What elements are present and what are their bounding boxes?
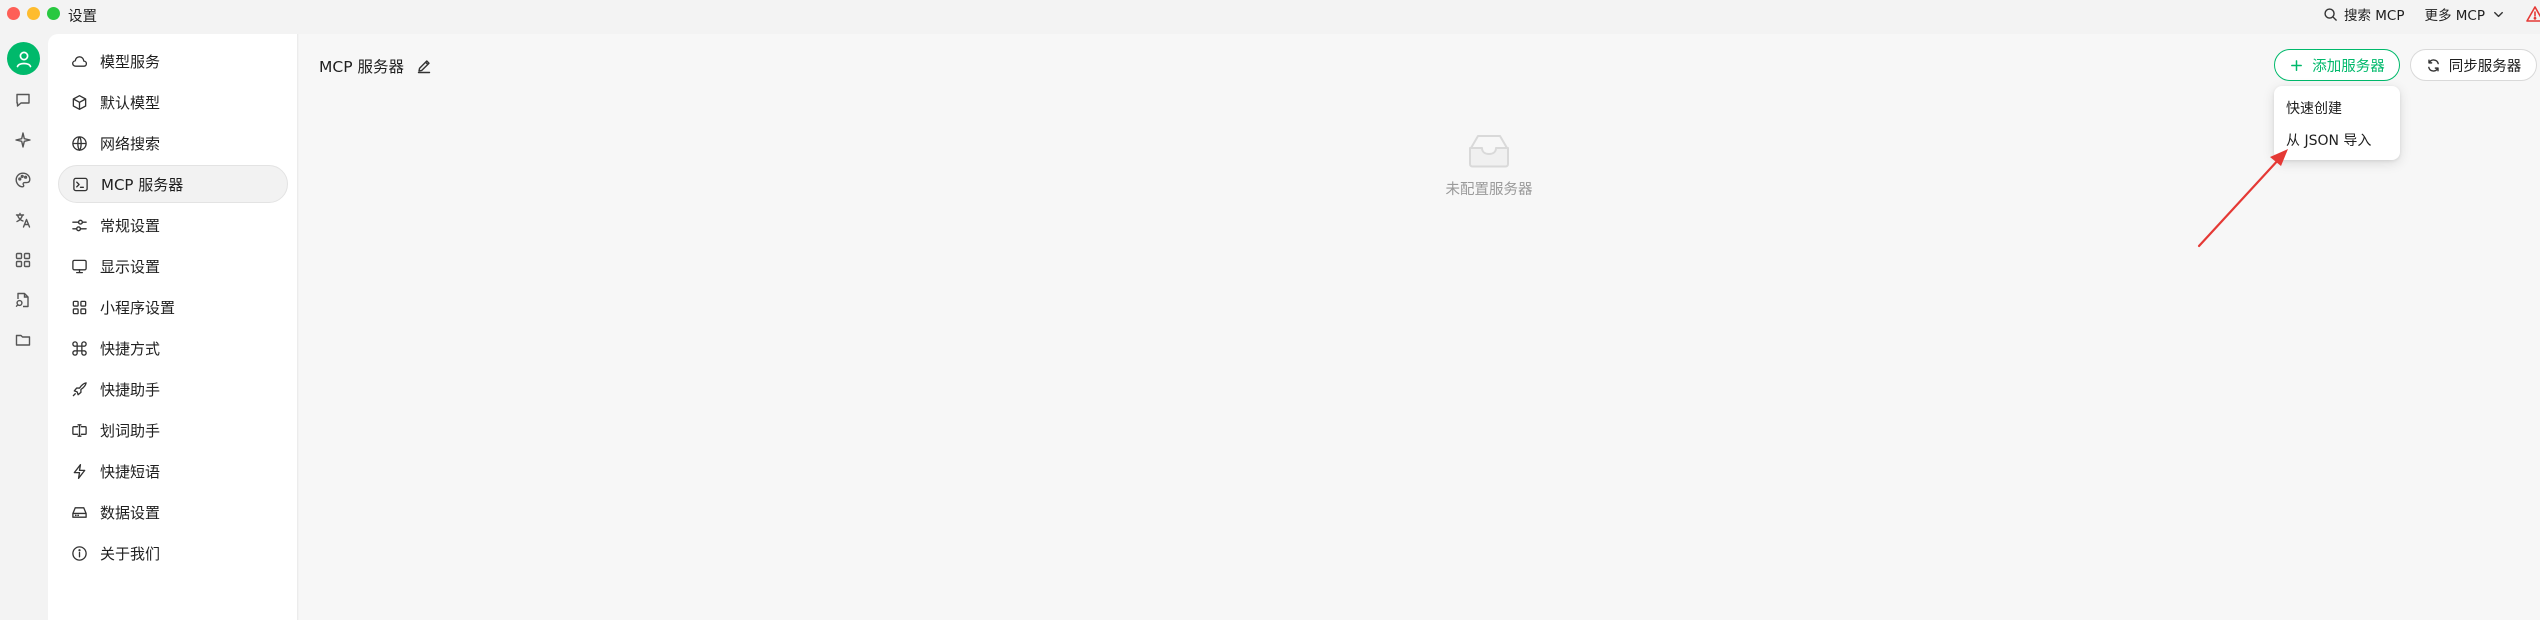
sidebar-item-label: 网络搜索	[100, 134, 161, 153]
cloud-icon	[71, 53, 88, 70]
terminal-icon	[72, 176, 89, 193]
sliders-icon	[71, 217, 88, 234]
info-icon	[71, 545, 88, 562]
settings-sidebar: 模型服务 默认模型 网络搜索 MCP 服务器 常规设置 显示设置 小程序设置 快…	[48, 34, 298, 620]
sync-servers-label: 同步服务器	[2448, 58, 2522, 75]
window-controls	[7, 7, 60, 20]
add-server-label: 添加服务器	[2312, 58, 2385, 75]
sidebar-item-general-settings[interactable]: 常规设置	[58, 206, 288, 244]
sidebar-item-default-model[interactable]: 默认模型	[58, 83, 288, 121]
menu-item-quick-create[interactable]: 快速创建	[2274, 92, 2400, 124]
rocket-icon	[71, 381, 88, 398]
empty-state-text: 未配置服务器	[1445, 182, 1533, 198]
sidebar-item-display-settings[interactable]: 显示设置	[58, 247, 288, 285]
sidebar-item-label: 显示设置	[100, 257, 161, 276]
sidebar-item-label: 快捷助手	[100, 380, 161, 399]
close-window-button[interactable]	[7, 7, 20, 20]
sidebar-item-about[interactable]: 关于我们	[58, 534, 288, 572]
grid-icon	[71, 299, 88, 316]
title-bar: 设置 搜索 MCP 更多 MCP	[0, 0, 2540, 34]
translate-icon[interactable]	[12, 209, 34, 231]
sidebar-item-label: 模型服务	[100, 52, 161, 71]
chat-icon[interactable]	[12, 89, 34, 111]
sidebar-item-label: MCP 服务器	[101, 175, 184, 194]
edit-icon[interactable]	[416, 58, 432, 74]
sidebar-item-label: 划词助手	[100, 421, 161, 440]
avatar[interactable]	[7, 42, 40, 75]
window-title: 设置	[68, 9, 97, 25]
globe-icon	[71, 135, 88, 152]
palette-icon[interactable]	[12, 169, 34, 191]
menu-item-import-json[interactable]: 从 JSON 导入	[2274, 124, 2400, 156]
file-search-icon[interactable]	[12, 289, 34, 311]
sidebar-item-data-settings[interactable]: 数据设置	[58, 493, 288, 531]
empty-state: 未配置服务器	[1389, 130, 1589, 199]
sidebar-item-label: 快捷短语	[100, 462, 161, 481]
sidebar-item-label: 数据设置	[100, 503, 161, 522]
sync-servers-button[interactable]: 同步服务器	[2410, 49, 2537, 81]
page-title: MCP 服务器	[319, 55, 432, 77]
add-server-dropdown: 快速创建 从 JSON 导入	[2274, 86, 2400, 160]
command-icon	[71, 340, 88, 357]
app-icon-rail	[0, 34, 48, 620]
sidebar-item-shortcuts[interactable]: 快捷方式	[58, 329, 288, 367]
warning-icon[interactable]	[2526, 5, 2540, 23]
sidebar-item-label: 常规设置	[100, 216, 161, 235]
page-title-text: MCP 服务器	[319, 58, 404, 76]
sidebar-item-web-search[interactable]: 网络搜索	[58, 124, 288, 162]
text-cursor-icon	[71, 422, 88, 439]
sidebar-item-selection-assistant[interactable]: 划词助手	[58, 411, 288, 449]
folder-icon[interactable]	[12, 329, 34, 351]
search-mcp-label: 搜索 MCP	[2343, 8, 2405, 24]
add-server-button[interactable]: 添加服务器	[2274, 49, 2400, 81]
sidebar-item-label: 默认模型	[100, 93, 161, 112]
sidebar-item-quick-assistant[interactable]: 快捷助手	[58, 370, 288, 408]
maximize-window-button[interactable]	[47, 7, 60, 20]
sidebar-item-quick-phrases[interactable]: 快捷短语	[58, 452, 288, 490]
refresh-icon	[2426, 58, 2441, 73]
sidebar-item-mcp-servers[interactable]: MCP 服务器	[58, 165, 288, 203]
cube-icon	[71, 94, 88, 111]
sidebar-item-miniapp-settings[interactable]: 小程序设置	[58, 288, 288, 326]
zap-icon	[71, 463, 88, 480]
minimize-window-button[interactable]	[27, 7, 40, 20]
apps-grid-icon[interactable]	[12, 249, 34, 271]
monitor-icon	[71, 258, 88, 275]
empty-inbox-icon	[1465, 130, 1513, 170]
more-mcp-label: 更多 MCP	[2424, 8, 2485, 24]
sidebar-item-label: 快捷方式	[100, 339, 161, 358]
sidebar-item-label: 小程序设置	[100, 298, 176, 317]
sidebar-item-label: 关于我们	[100, 544, 161, 563]
hard-drive-icon	[71, 504, 88, 521]
more-mcp-dropdown[interactable]: 更多 MCP	[2424, 4, 2506, 24]
search-mcp-button[interactable]: 搜索 MCP	[2323, 4, 2405, 24]
mcp-settings-panel: MCP 服务器 添加服务器 同步服务器 快速创建 从 JSON 导入 未配置服务…	[299, 34, 2540, 620]
titlebar-actions: 搜索 MCP 更多 MCP	[2323, 3, 2540, 25]
chevron-down-icon	[2491, 7, 2506, 22]
sidebar-item-model-service[interactable]: 模型服务	[58, 42, 288, 80]
sparkle-icon[interactable]	[12, 129, 34, 151]
search-icon	[2323, 7, 2338, 22]
plus-icon	[2289, 58, 2304, 73]
